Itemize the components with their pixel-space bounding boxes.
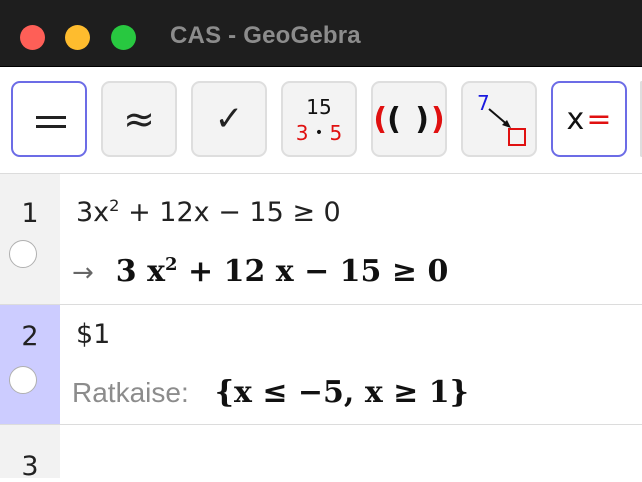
cas-row-3[interactable]: 3	[0, 425, 642, 482]
row-visibility-toggle[interactable]	[9, 240, 37, 268]
window-titlebar: CAS - GeoGebra	[0, 0, 642, 67]
window-title: CAS - GeoGebra	[170, 22, 361, 49]
row-input[interactable]: $1	[76, 319, 110, 350]
solve-button[interactable]: x =	[551, 81, 627, 157]
maximize-window-button[interactable]	[111, 25, 136, 50]
factor-top-number: 15	[306, 95, 332, 119]
substitute-box-icon	[508, 128, 526, 146]
row-output: → 3 x2 + 12 x − 15 ≥ 0	[72, 254, 449, 289]
row-header: 2	[0, 305, 60, 424]
row-output: Ratkaise: {x ≤ −5, x ≥ 1}	[72, 375, 469, 410]
row-header: 1	[0, 174, 60, 304]
cas-row-1[interactable]: 1 3x2 + 12x − 15 ≥ 0 → 3 x2 + 12 x − 15 ≥…	[0, 174, 642, 305]
cas-row-2[interactable]: 2 $1 Ratkaise: {x ≤ −5, x ≥ 1}	[0, 305, 642, 425]
row-number: 3	[21, 451, 39, 482]
row-input[interactable]: 3x2 + 12x − 15 ≥ 0	[76, 196, 341, 228]
close-window-button[interactable]	[20, 25, 45, 50]
numeric-button[interactable]: ≈	[101, 81, 177, 157]
arrow-icon: →	[72, 258, 94, 288]
check-icon: ✓	[214, 99, 244, 139]
keep-input-button[interactable]: ✓	[191, 81, 267, 157]
solution-set: {x ≤ −5, x ≥ 1}	[214, 375, 469, 410]
factor-button[interactable]: 15 3 • 5	[281, 81, 357, 157]
factor-product: 3 • 5	[295, 121, 343, 145]
cas-toolbar: ≈ ✓ 15 3 • 5 (( )) 7 x =	[0, 67, 642, 174]
row-number: 2	[21, 321, 39, 352]
row-visibility-toggle[interactable]	[9, 366, 37, 394]
minimize-window-button[interactable]	[65, 25, 90, 50]
row-number: 1	[21, 198, 39, 229]
substitute-button[interactable]: 7	[461, 81, 537, 157]
solve-label: Ratkaise:	[72, 377, 189, 408]
approx-icon: ≈	[123, 97, 155, 141]
expand-button[interactable]: (( ))	[371, 81, 447, 157]
parentheses-icon: (( ))	[373, 101, 445, 137]
row-header: 3	[0, 425, 60, 482]
evaluate-button[interactable]	[11, 81, 87, 157]
